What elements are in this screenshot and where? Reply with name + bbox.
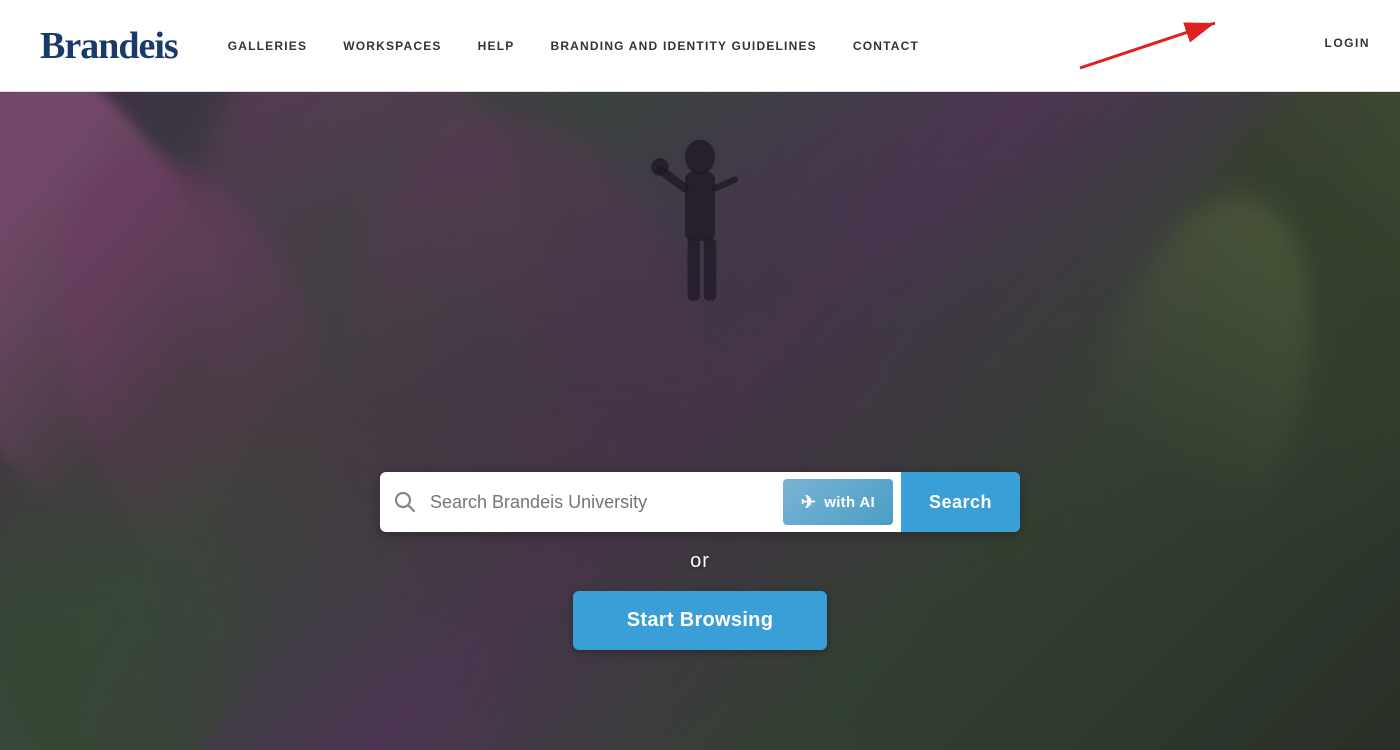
navbar: Brandeis GALLERIES WORKSPACES HELP BRAND… [0,0,1400,92]
login-button[interactable]: LOGIN [1325,36,1371,50]
nav-item-workspaces[interactable]: WORKSPACES [343,39,441,53]
search-input[interactable] [430,492,783,513]
nav-links: GALLERIES WORKSPACES HELP BRANDING AND I… [228,39,1360,53]
search-button[interactable]: Search [901,472,1020,532]
search-icon [380,491,430,513]
or-divider: or [690,550,710,573]
ai-icon: ✈ [801,492,816,513]
nav-item-help[interactable]: HELP [478,39,515,53]
nav-item-branding[interactable]: BRANDING AND IDENTITY GUIDELINES [550,39,816,53]
nav-item-contact[interactable]: CONTACT [853,39,919,53]
hero-overlay [0,92,1400,750]
start-browsing-button[interactable]: Start Browsing [573,591,827,650]
site-logo[interactable]: Brandeis [40,24,178,68]
ai-search-button[interactable]: ✈ with AI [783,479,893,525]
hero-content: ✈ with AI Search or Start Browsing [350,472,1050,650]
nav-item-galleries[interactable]: GALLERIES [228,39,307,53]
ai-button-label: with AI [824,494,875,511]
hero-section: ✈ with AI Search or Start Browsing [0,92,1400,750]
search-bar: ✈ with AI Search [380,472,1020,532]
